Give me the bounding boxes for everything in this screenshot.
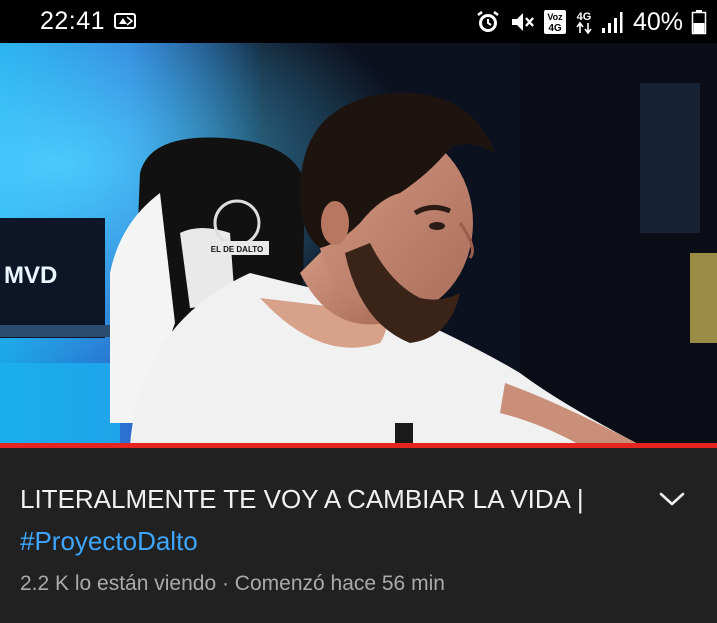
mute-icon (509, 9, 535, 35)
alarm-icon (475, 9, 501, 35)
volte-icon: Voz 4G (543, 9, 567, 35)
cast-notification-icon (113, 12, 137, 30)
video-title[interactable]: LITERALMENTE TE VOY A CAMBIAR LA VIDA | … (20, 478, 620, 562)
volte-label-bottom: 4G (548, 23, 562, 34)
video-player[interactable]: MVD EL DE DALTO (0, 43, 717, 445)
live-viewers-meta: 2.2 K lo están viendo · Comenzó hace 56 … (20, 572, 445, 595)
network-4g-icon: 4G (575, 9, 593, 35)
video-info-panel: LITERALMENTE TE VOY A CAMBIAR LA VIDA | … (0, 448, 717, 623)
video-title-text: LITERALMENTE TE VOY A CAMBIAR LA VIDA (20, 484, 570, 514)
network-label: 4G (577, 11, 592, 23)
battery-percent: 40% (632, 7, 683, 36)
monitor-brand: MVD (4, 262, 57, 289)
hashtag-link[interactable]: #ProyectoDalto (20, 526, 198, 556)
chevron-down-icon (658, 490, 686, 513)
status-bar: 22:41 Voz 4G 4G 40% (0, 0, 717, 43)
chair-watermark: EL DE DALTO (211, 245, 263, 254)
title-separator: | (576, 484, 584, 514)
status-icons: Voz 4G 4G 40% (475, 6, 707, 38)
volte-label-top: Voz (547, 12, 563, 22)
expand-description-button[interactable] (655, 484, 689, 518)
status-time: 22:41 (40, 7, 106, 35)
signal-icon (601, 10, 623, 34)
video-frame: MVD EL DE DALTO (0, 43, 717, 445)
battery-icon (691, 9, 707, 35)
